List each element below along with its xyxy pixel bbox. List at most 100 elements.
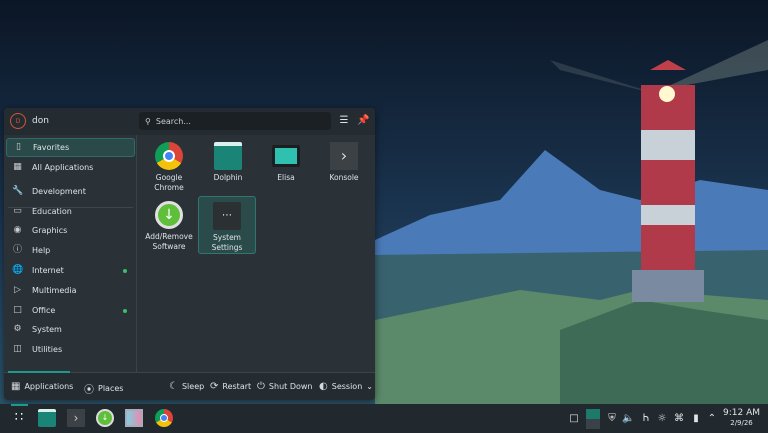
toolbox-icon: ◫	[13, 344, 22, 354]
category-sidebar: ▯ Favorites ▦ All Applications 🔧 Developmen…	[4, 135, 137, 372]
sidebar-item-system[interactable]: ⚙ System	[6, 320, 135, 339]
button-label: Shut Down	[268, 382, 313, 391]
bookmark-icon: ▯	[16, 142, 21, 152]
user-name: don	[32, 116, 49, 126]
cassette-icon	[272, 145, 300, 167]
sidebar-item-utilities[interactable]: ◫ Utilities	[6, 340, 135, 359]
bluetooth-icon[interactable]: Ꮒ	[640, 413, 652, 424]
app-konsole[interactable]: › Konsole	[315, 137, 373, 195]
clock-time: 9:12 AM	[723, 408, 760, 418]
sidebar-item-label: Graphics	[32, 226, 68, 235]
grid-icon: ▦	[11, 381, 21, 392]
discover-taskbar-icon[interactable]: ↓	[96, 409, 114, 427]
search-icon: ⚲	[145, 116, 151, 126]
taskbar: ∷ › ↓ □ ⛨ 🔈 Ꮒ ☼ ⌘ ▮ ⌃ 9:12 AM 2/9/26	[0, 404, 768, 433]
show-desktop-icon[interactable]: □	[568, 413, 580, 424]
app-add-remove-software[interactable]: ↓ Add/Remove Software	[140, 196, 198, 254]
sidebar-item-internet[interactable]: 🌐 Internet	[6, 261, 135, 280]
shield-icon[interactable]: ⛨	[606, 413, 618, 424]
launcher-footer: ▦ Applications ⦿ Places ☾ Sleep ⟳ Restart ⏻ S…	[4, 371, 375, 400]
active-indicator	[11, 404, 28, 406]
konsole-taskbar-icon[interactable]: ›	[67, 409, 85, 427]
configure-icon[interactable]: ☰	[338, 115, 350, 127]
sidebar-item-development[interactable]: 🔧 Development	[6, 182, 135, 201]
power-icon: ⏻	[257, 381, 265, 392]
sidebar-item-multimedia[interactable]: ▷ Multimedia	[6, 281, 135, 300]
search-input[interactable]	[155, 116, 316, 126]
sidebar-item-label: All Applications	[32, 163, 94, 172]
new-badge	[123, 268, 127, 273]
restart-button[interactable]: ⟳ Restart	[210, 381, 251, 392]
grid-icon: ▦	[13, 162, 22, 172]
session-icon: ◐	[319, 381, 328, 392]
multimedia-icon: ▷	[14, 285, 21, 295]
shutdown-button[interactable]: ⏻ Shut Down	[257, 381, 313, 392]
app-label: Konsole	[329, 173, 359, 182]
sidebar-item-label: Help	[32, 246, 51, 255]
tab-applications[interactable]: ▦ Applications	[11, 381, 73, 392]
sidebar-item-label: Favorites	[33, 143, 70, 152]
sidebar-item-help[interactable]: ⓘ Help	[6, 241, 135, 260]
wrench-icon: 🔧	[12, 186, 24, 196]
volume-icon[interactable]: 🔈	[622, 413, 634, 424]
system-settings-taskbar-icon[interactable]	[125, 409, 143, 427]
launcher-icon[interactable]: ∷	[10, 409, 28, 427]
help-icon: ⓘ	[12, 245, 22, 255]
button-label: Sleep	[181, 382, 205, 391]
app-dolphin[interactable]: Dolphin	[199, 137, 257, 195]
app-elisa[interactable]: Elisa	[257, 137, 315, 195]
sidebar-item-all-applications[interactable]: ▦ All Applications	[6, 158, 135, 177]
sidebar-item-label: Office	[32, 306, 56, 315]
sidebar-item-label: Internet	[32, 266, 64, 275]
restart-icon: ⟳	[210, 381, 219, 392]
sidebar-item-label: Multimedia	[32, 286, 77, 295]
search-field[interactable]: ⚲	[139, 112, 331, 130]
terminal-icon: ›	[330, 142, 358, 170]
active-tab-indicator	[8, 371, 70, 373]
button-label: Restart	[222, 382, 252, 391]
sidebar-item-label: Development	[32, 187, 86, 196]
sidebar-item-label: Utilities	[32, 345, 63, 354]
brightness-icon[interactable]: ☼	[656, 413, 668, 424]
sidebar-item-office[interactable]: □ Office	[6, 301, 135, 320]
session-button[interactable]: ◐ Session ⌄	[319, 381, 373, 392]
avatar[interactable]: D	[10, 113, 26, 129]
clock-date: 2/9/26	[730, 419, 753, 427]
download-icon: ↓	[155, 201, 183, 229]
globe-icon: 🌐	[12, 265, 24, 275]
digital-clock[interactable]: 9:12 AM 2/9/26	[723, 408, 760, 428]
sidebar-item-label: System	[32, 325, 62, 334]
battery-icon[interactable]: ▮	[690, 413, 702, 424]
palette-icon: ◉	[13, 225, 22, 235]
office-icon: □	[13, 305, 22, 315]
app-label: Google Chrome	[154, 173, 184, 192]
sidebar-item-label: Education	[32, 207, 72, 216]
application-launcher: D don ⚲ ☰ 📌 ▯ Favorites ▦ All Applications…	[4, 108, 375, 400]
monitor-icon: ▭	[13, 206, 22, 216]
pin-icon[interactable]: 📌	[357, 115, 369, 127]
sidebar-item-favorites[interactable]: ▯ Favorites	[6, 138, 135, 157]
settings-sliders-icon: ⋯	[213, 202, 241, 230]
app-label: Elisa	[277, 173, 295, 182]
app-system-settings[interactable]: ⋯ System Settings	[198, 196, 256, 254]
pager-icon[interactable]	[586, 409, 600, 429]
chevron-up-icon[interactable]: ⌃	[706, 413, 718, 424]
gear-icon: ⚙	[13, 324, 22, 334]
app-label: Dolphin	[213, 173, 243, 182]
wifi-icon[interactable]: ⌘	[673, 413, 685, 424]
sidebar-item-education[interactable]: ▭ Education	[6, 202, 135, 221]
chrome-taskbar-icon[interactable]	[155, 409, 173, 427]
tab-label: Applications	[24, 382, 74, 391]
chrome-icon	[155, 142, 183, 170]
app-google-chrome[interactable]: Google Chrome	[140, 137, 198, 195]
sidebar-item-graphics[interactable]: ◉ Graphics	[6, 221, 135, 240]
chevron-down-icon: ⌄	[366, 382, 373, 391]
compass-icon: ⦿	[84, 385, 94, 396]
new-badge	[123, 308, 127, 313]
button-label: Session	[331, 382, 363, 391]
app-label: Add/Remove Software	[145, 232, 193, 251]
sleep-button[interactable]: ☾ Sleep	[169, 381, 204, 392]
folder-icon	[214, 142, 242, 170]
dolphin-taskbar-icon[interactable]	[38, 409, 56, 427]
tab-places[interactable]: ⦿ Places	[84, 381, 123, 396]
